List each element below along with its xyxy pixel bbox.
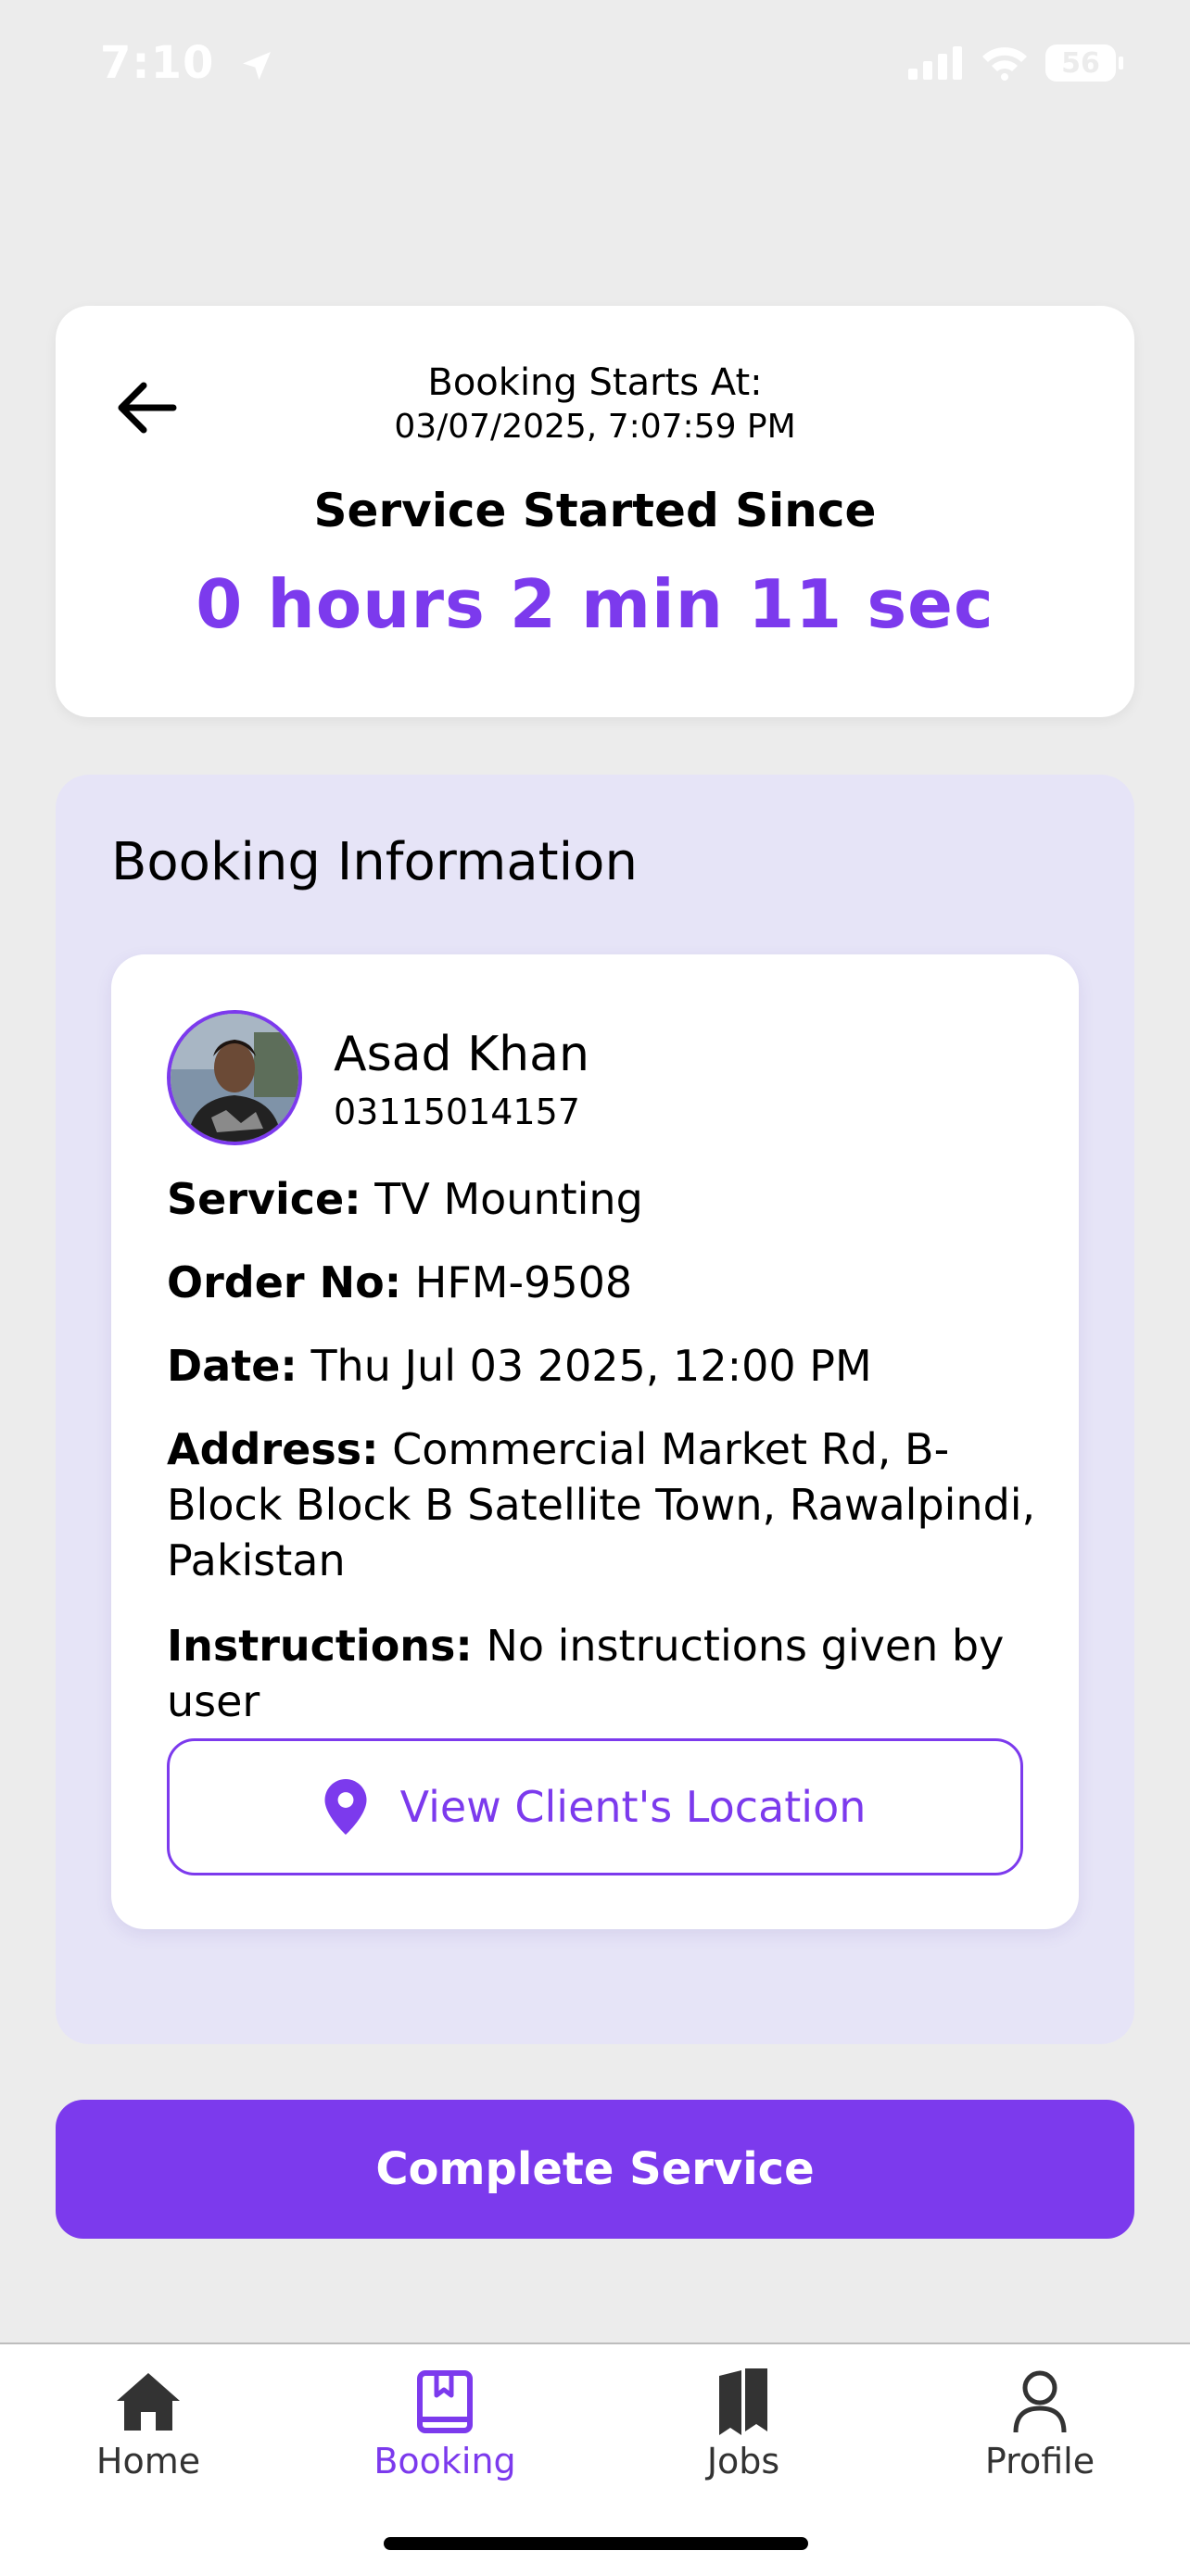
field-label: Service: xyxy=(167,1174,361,1224)
view-location-label: View Client's Location xyxy=(399,1782,867,1832)
order-number-field: Order No: HFM-9508 xyxy=(167,1255,1038,1310)
booking-information-section: Booking Information Asad Khan 0311501415… xyxy=(56,775,1134,2044)
service-field: Service: TV Mounting xyxy=(167,1171,1038,1227)
tab-label: Home xyxy=(95,2441,201,2481)
field-value: Thu Jul 03 2025, 12:00 PM xyxy=(310,1341,872,1391)
tab-jobs[interactable]: Jobs xyxy=(641,2363,845,2481)
location-arrow-icon xyxy=(243,52,272,80)
battery-indicator: 56 xyxy=(1045,44,1123,82)
booking-starts-label: Booking Starts At: xyxy=(427,361,763,404)
jobs-icon xyxy=(719,2368,767,2435)
field-label: Instructions: xyxy=(167,1621,473,1671)
booking-starts-value: 03/07/2025, 7:07:59 PM xyxy=(394,408,796,446)
battery-level: 56 xyxy=(1061,46,1100,80)
field-value: TV Mounting xyxy=(374,1174,643,1224)
status-indicators: 56 xyxy=(908,44,1123,82)
elapsed-time: 0 hours 2 min 11 sec xyxy=(196,565,994,643)
tab-label: Booking xyxy=(373,2441,516,2481)
client-name: Asad Khan xyxy=(334,1027,589,1082)
status-time: 7:10 xyxy=(100,37,275,89)
client-photo xyxy=(171,1014,298,1142)
instructions-field: Instructions: No instructions given by u… xyxy=(167,1618,1038,1729)
tab-booking[interactable]: Booking xyxy=(343,2363,547,2481)
view-location-button[interactable]: View Client's Location xyxy=(167,1738,1023,1875)
tab-profile[interactable]: Profile xyxy=(938,2363,1142,2481)
client-phone: 03115014157 xyxy=(334,1092,580,1132)
section-title: Booking Information xyxy=(111,832,638,892)
field-label: Order No: xyxy=(167,1257,402,1307)
address-field: Address: Commercial Market Rd, B-Block B… xyxy=(167,1421,1038,1588)
status-time-text: 7:10 xyxy=(100,37,215,89)
booking-icon xyxy=(417,2370,473,2433)
complete-service-button[interactable]: Complete Service xyxy=(56,2100,1134,2239)
home-icon xyxy=(117,2373,180,2431)
tab-home[interactable]: Home xyxy=(46,2363,250,2481)
date-field: Date: Thu Jul 03 2025, 12:00 PM xyxy=(167,1338,1038,1394)
tab-label: Jobs xyxy=(706,2441,780,2481)
wifi-icon xyxy=(982,47,1027,81)
field-value: HFM-9508 xyxy=(414,1257,633,1307)
avatar[interactable] xyxy=(167,1010,302,1145)
booking-details-card: Asad Khan 03115014157 Service: TV Mounti… xyxy=(111,954,1079,1929)
service-timer-card: Booking Starts At: 03/07/2025, 7:07:59 P… xyxy=(56,306,1134,717)
home-indicator[interactable] xyxy=(384,2537,808,2550)
service-started-label: Service Started Since xyxy=(313,484,877,537)
profile-icon xyxy=(1013,2370,1067,2433)
field-label: Date: xyxy=(167,1341,298,1391)
tab-label: Profile xyxy=(984,2441,1095,2481)
cellular-signal-icon xyxy=(908,46,962,80)
map-pin-icon xyxy=(324,1779,367,1835)
field-label: Address: xyxy=(167,1424,379,1474)
